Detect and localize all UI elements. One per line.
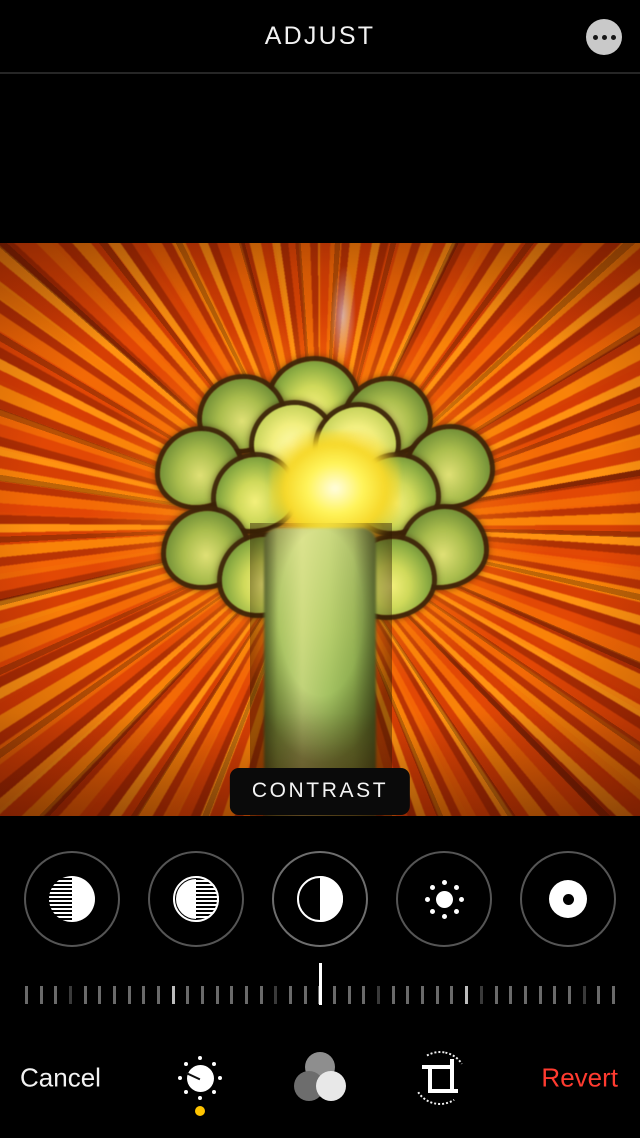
slider-tick [494, 986, 498, 1004]
photo-vignette [0, 243, 640, 816]
slider-tick [113, 986, 117, 1004]
adjust-tool-black-point[interactable] [520, 851, 616, 947]
slider-tick [303, 986, 307, 1004]
sun-brightness-icon [421, 876, 467, 922]
slider-tick [567, 986, 571, 1004]
shadows-icon [49, 876, 95, 922]
tab-filters[interactable] [285, 1036, 355, 1120]
slider-tick [142, 986, 146, 1004]
slider-tick [597, 986, 601, 1004]
adjustment-slider[interactable] [0, 960, 640, 1016]
photo-preview[interactable] [0, 243, 640, 816]
page-title: ADJUST [264, 22, 376, 50]
slider-tick [259, 986, 263, 1004]
slider-tick [230, 986, 234, 1004]
slider-tick [171, 986, 175, 1004]
tab-adjust[interactable] [165, 1036, 235, 1120]
adjustment-tool-row [0, 845, 640, 953]
slider-tick [421, 986, 425, 1004]
slider-thumb[interactable] [318, 963, 322, 1005]
slider-tick [391, 986, 395, 1004]
slider-tick [54, 986, 58, 1004]
more-dot [601, 34, 607, 40]
more-dot [592, 34, 598, 40]
slider-tick [611, 986, 615, 1004]
photo-editor-screen: ADJUST CONTRAST Cancel Revert [0, 0, 640, 1138]
slider-tick [582, 986, 586, 1004]
editor-mode-tabs [165, 1018, 475, 1138]
slider-tick [39, 986, 43, 1004]
slider-tick [245, 986, 249, 1004]
slider-tick [98, 986, 102, 1004]
slider-tick [450, 986, 454, 1004]
cancel-button[interactable]: Cancel [20, 1063, 101, 1094]
adjust-tool-shadows[interactable] [24, 851, 120, 947]
black-point-icon [545, 876, 591, 922]
adjust-tool-brilliance[interactable] [396, 851, 492, 947]
header-bar: ADJUST [0, 0, 640, 72]
photo-stage[interactable]: CONTRAST [0, 74, 640, 816]
revert-button[interactable]: Revert [541, 1063, 618, 1094]
slider-tick [406, 986, 410, 1004]
slider-tick [553, 986, 557, 1004]
tab-crop[interactable] [405, 1036, 475, 1120]
slider-tick [201, 986, 205, 1004]
slider-tick [289, 986, 293, 1004]
filters-circles-icon [294, 1052, 346, 1104]
slider-tick [523, 986, 527, 1004]
slider-tick [157, 986, 161, 1004]
slider-tick [465, 986, 469, 1004]
slider-tick [127, 986, 131, 1004]
brightness-point-icon [173, 876, 219, 922]
slider-tick [274, 986, 278, 1004]
slider-tick [479, 986, 483, 1004]
slider-tick [25, 986, 28, 1004]
slider-tick [186, 986, 190, 1004]
adjustment-label-badge: CONTRAST [229, 768, 411, 815]
slider-tick [362, 986, 366, 1004]
slider-tick [347, 986, 351, 1004]
slider-tick [333, 986, 337, 1004]
slider-tick [538, 986, 542, 1004]
slider-tick [215, 986, 219, 1004]
adjust-dial-icon [173, 1051, 227, 1105]
more-options-icon[interactable] [586, 19, 622, 55]
bottom-toolbar: Cancel Revert [0, 1018, 640, 1138]
slider-tick [435, 986, 439, 1004]
adjust-tool-contrast[interactable] [272, 851, 368, 947]
more-dot [610, 34, 616, 40]
slider-tick [83, 986, 87, 1004]
crop-rotate-icon [407, 1045, 473, 1111]
contrast-icon [297, 876, 343, 922]
slider-tick [69, 986, 73, 1004]
slider-tick [377, 986, 381, 1004]
adjust-tool-brightness-point[interactable] [148, 851, 244, 947]
active-tab-indicator [195, 1106, 205, 1116]
slider-tick [509, 986, 513, 1004]
